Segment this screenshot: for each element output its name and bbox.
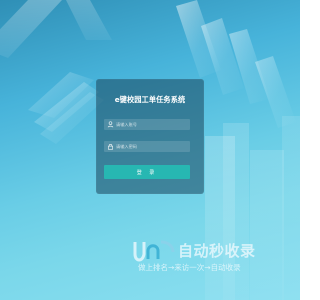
watermark-brand: 自动秒收录 xyxy=(178,242,256,260)
password-input[interactable] xyxy=(116,141,188,152)
login-button[interactable]: 登 录 xyxy=(104,165,190,179)
lock-icon xyxy=(108,144,113,150)
login-page: e键校园工单任务系统 登 录 自动秒收录 做上排名→来访一次→自动收录 xyxy=(0,0,300,300)
watermark-slogan: 做上排名→来访一次→自动收录 xyxy=(138,263,241,272)
user-icon xyxy=(107,121,114,128)
username-input[interactable] xyxy=(116,119,188,130)
password-field xyxy=(104,141,190,152)
username-field xyxy=(104,119,190,130)
login-card: e键校园工单任务系统 登 录 xyxy=(96,79,204,194)
watermark: 自动秒收录 做上排名→来访一次→自动收录 xyxy=(130,234,280,279)
page-title: e键校园工单任务系统 xyxy=(114,95,186,104)
